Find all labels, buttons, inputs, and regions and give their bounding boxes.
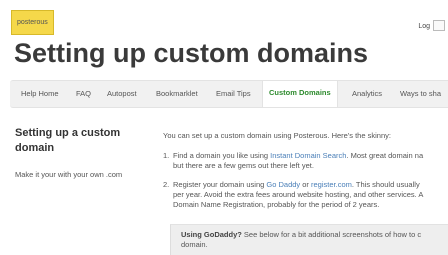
login-box-icon[interactable] <box>433 20 445 31</box>
step-text-part: Find a domain you like using <box>173 151 271 160</box>
nav-item-ways-to-share[interactable]: Ways to sha <box>400 81 441 107</box>
step-text-part: . Most great domain na <box>346 151 424 160</box>
instant-domain-search-link[interactable]: Instant Domain Search <box>270 151 346 160</box>
nav-item-help-home[interactable]: Help Home <box>21 81 59 107</box>
step-number: 1. <box>163 151 170 160</box>
step-text: Find a domain you like using Instant Dom… <box>173 151 448 171</box>
step-text-part: Register your domain using <box>173 180 267 189</box>
callout-heading: Using GoDaddy? <box>181 230 242 239</box>
step-text-part: or <box>300 180 312 189</box>
nav-item-email-tips[interactable]: Email Tips <box>216 81 251 107</box>
posterous-logo[interactable]: posterous <box>11 10 54 35</box>
step-text-part: . This should usually <box>351 180 420 189</box>
callout-text: See below for a bit additional screensho… <box>241 230 422 239</box>
step-number: 2. <box>163 180 170 189</box>
callout-text-line: domain. <box>181 240 208 249</box>
help-nav-bar: Help Home FAQ Autopost Bookmarklet Email… <box>10 80 448 108</box>
nav-item-analytics[interactable]: Analytics <box>352 81 382 107</box>
login-link[interactable]: Log <box>418 23 430 30</box>
step-text-line: but there are a few gems out there left … <box>173 161 314 170</box>
nav-item-faq[interactable]: FAQ <box>76 81 91 107</box>
step-text-line: Domain Name Registration, probably for t… <box>173 200 380 209</box>
intro-text: You can set up a custom domain using Pos… <box>163 131 391 140</box>
sidebar-title: Setting up a custom domain <box>15 127 121 154</box>
godaddy-callout: Using GoDaddy? See below for a bit addit… <box>170 224 448 255</box>
nav-item-custom-domains[interactable]: Custom Domains <box>262 81 338 107</box>
step-text: Register your domain using Go Daddy or r… <box>173 180 448 210</box>
top-bar: posterous Log <box>0 0 448 36</box>
nav-item-autopost[interactable]: Autopost <box>107 81 137 107</box>
nav-item-bookmarklet[interactable]: Bookmarklet <box>156 81 198 107</box>
register-com-link[interactable]: register.com <box>311 180 352 189</box>
go-daddy-link[interactable]: Go Daddy <box>266 180 300 189</box>
step-text-line: per year. Avoid the extra fees around we… <box>173 190 424 199</box>
page-title: Setting up custom domains <box>14 38 369 68</box>
sidebar-subtitle: Make it your with your own .com <box>15 170 123 179</box>
